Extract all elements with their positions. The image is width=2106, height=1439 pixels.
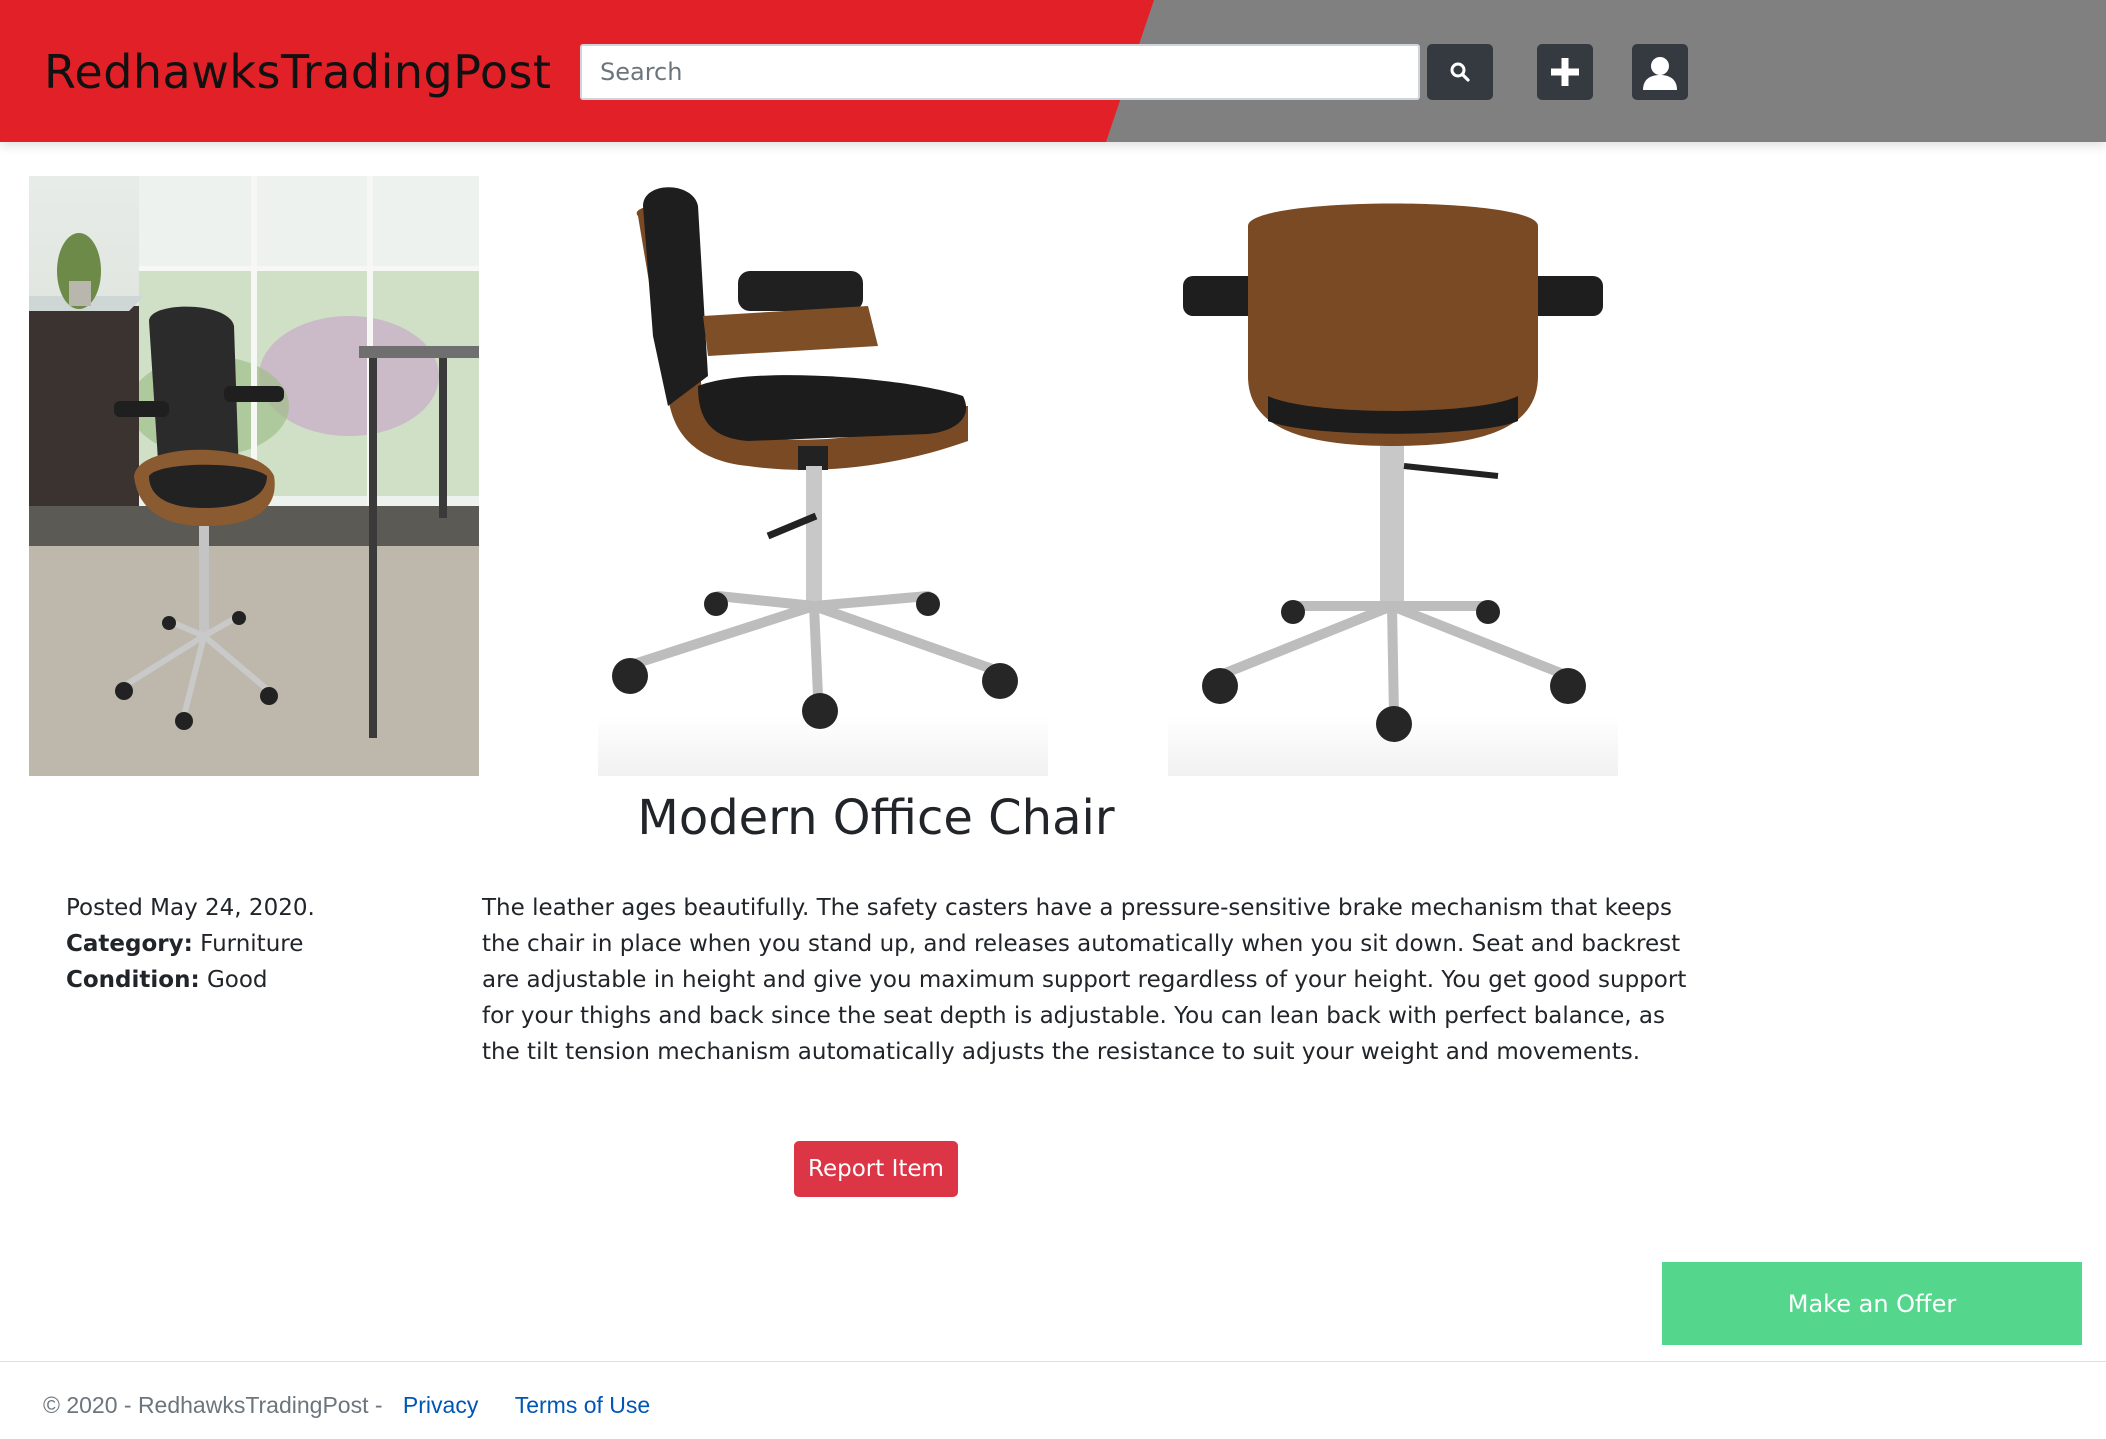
person-icon bbox=[1643, 57, 1677, 90]
item-description: The leather ages beautifully. The safety… bbox=[482, 895, 1687, 1065]
condition-row: Condition: Good bbox=[66, 962, 446, 998]
category-value: Furniture bbox=[200, 931, 304, 957]
category-row: Category: Furniture bbox=[66, 926, 446, 962]
site-logo[interactable]: RedhawksTradingPost bbox=[44, 42, 551, 102]
report-item-button[interactable]: Report Item bbox=[794, 1141, 958, 1197]
chair-back-image bbox=[1183, 203, 1603, 742]
item-photo-2[interactable] bbox=[598, 176, 1048, 776]
add-listing-button[interactable] bbox=[1537, 44, 1593, 100]
privacy-link[interactable]: Privacy bbox=[403, 1392, 478, 1418]
search-input[interactable] bbox=[580, 44, 1420, 100]
footer: © 2020 - RedhawksTradingPost - Privacy T… bbox=[43, 1388, 650, 1422]
condition-label: Condition: bbox=[66, 967, 200, 993]
footer-divider bbox=[0, 1361, 2106, 1362]
account-button[interactable] bbox=[1632, 44, 1688, 100]
category-label: Category: bbox=[66, 931, 193, 957]
footer-copyright: © 2020 - RedhawksTradingPost - bbox=[43, 1392, 383, 1418]
posted-date: Posted May 24, 2020. bbox=[66, 895, 315, 921]
search-button[interactable] bbox=[1427, 44, 1493, 100]
item-photo-3[interactable] bbox=[1168, 176, 1618, 776]
item-photo-1[interactable] bbox=[29, 176, 479, 776]
chair-room-image bbox=[29, 176, 479, 776]
item-title: Modern Office Chair bbox=[637, 790, 1115, 846]
top-navbar: RedhawksTradingPost bbox=[0, 0, 2106, 142]
terms-link[interactable]: Terms of Use bbox=[515, 1392, 650, 1418]
make-offer-button[interactable]: Make an Offer bbox=[1662, 1262, 2082, 1345]
condition-value: Good bbox=[206, 967, 268, 993]
chair-side-image bbox=[612, 187, 1018, 729]
search-icon bbox=[1450, 62, 1470, 82]
plus-icon bbox=[1551, 58, 1579, 86]
item-meta: Posted May 24, 2020. Category: Furniture… bbox=[66, 890, 446, 998]
